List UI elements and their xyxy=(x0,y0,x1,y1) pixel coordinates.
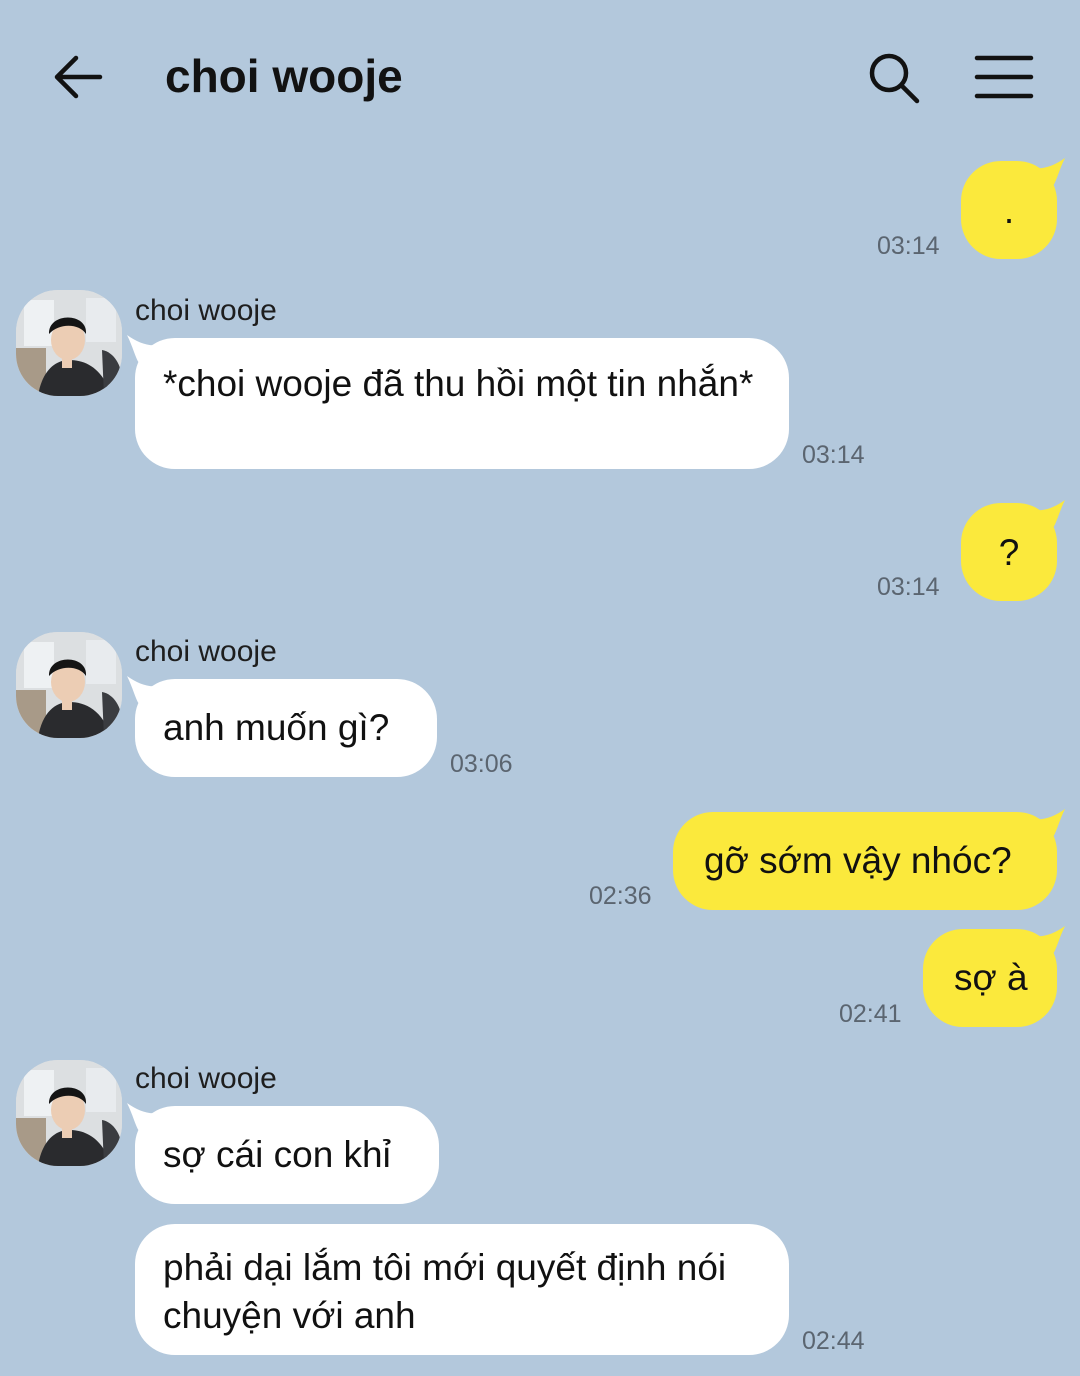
message-time: 03:14 xyxy=(877,232,940,260)
avatar-photo xyxy=(16,290,122,396)
back-button[interactable] xyxy=(48,46,110,108)
avatar-photo xyxy=(16,632,122,738)
message-bubble-incoming[interactable]: anh muốn gì? xyxy=(127,676,437,777)
message-text: gỡ sớm vậy nhóc? xyxy=(704,840,1012,881)
avatar[interactable] xyxy=(16,1060,122,1166)
search-icon xyxy=(869,53,920,104)
message-bubble-incoming[interactable]: *choi wooje đã thu hồi một tin nhắn* xyxy=(127,335,789,469)
message-text: ? xyxy=(998,532,1020,573)
arrow-left-icon xyxy=(54,55,103,99)
message-text: sợ cái con khỉ xyxy=(163,1134,391,1175)
hamburger-menu-icon xyxy=(974,55,1034,99)
bubble-tail xyxy=(127,335,169,363)
bubble-tail xyxy=(127,1103,169,1131)
message-text: *choi wooje đã thu hồi một tin nhắn* xyxy=(163,363,754,404)
message-time: 03:14 xyxy=(877,573,940,601)
chat-title: choi wooje xyxy=(165,50,403,102)
bubble-tail xyxy=(1023,809,1065,837)
message-bubble-outgoing[interactable]: gỡ sớm vậy nhóc? xyxy=(673,809,1065,910)
message-text: sợ à xyxy=(954,957,1028,998)
message-time: 02:41 xyxy=(839,1000,902,1028)
message-bubble-outgoing[interactable]: ? xyxy=(961,500,1065,601)
sender-name: choi wooje xyxy=(135,1062,277,1095)
message-bubble-incoming[interactable]: phải dại lắm tôi mới quyết định nói chuy… xyxy=(135,1224,789,1355)
message-bubble-outgoing[interactable]: sợ à xyxy=(923,926,1065,1027)
avatar[interactable] xyxy=(16,290,122,396)
bubble-tail xyxy=(1023,500,1065,528)
message-bubble-outgoing[interactable]: . xyxy=(961,158,1065,259)
sender-name: choi wooje xyxy=(135,635,277,668)
message-time: 03:14 xyxy=(802,441,865,469)
message-time: 02:36 xyxy=(589,882,652,910)
message-bubble-incoming[interactable]: sợ cái con khỉ xyxy=(127,1103,439,1204)
message-time: 02:44 xyxy=(802,1327,865,1355)
search-button[interactable] xyxy=(862,46,926,110)
bubble-tail xyxy=(127,676,169,704)
bubble-tail xyxy=(1023,158,1065,186)
avatar[interactable] xyxy=(16,632,122,738)
chat-screen: choi wooje . 03:14 choi wooje *choi wooj… xyxy=(0,0,1080,1376)
message-text: anh muốn gì? xyxy=(163,707,390,748)
menu-button[interactable] xyxy=(970,46,1038,110)
message-text: . xyxy=(1003,190,1015,231)
message-time: 03:06 xyxy=(450,750,513,778)
sender-name: choi wooje xyxy=(135,294,277,327)
bubble-tail xyxy=(1023,926,1065,954)
message-text: phải dại lắm tôi mới quyết định nói chuy… xyxy=(163,1247,727,1336)
avatar-photo xyxy=(16,1060,122,1166)
